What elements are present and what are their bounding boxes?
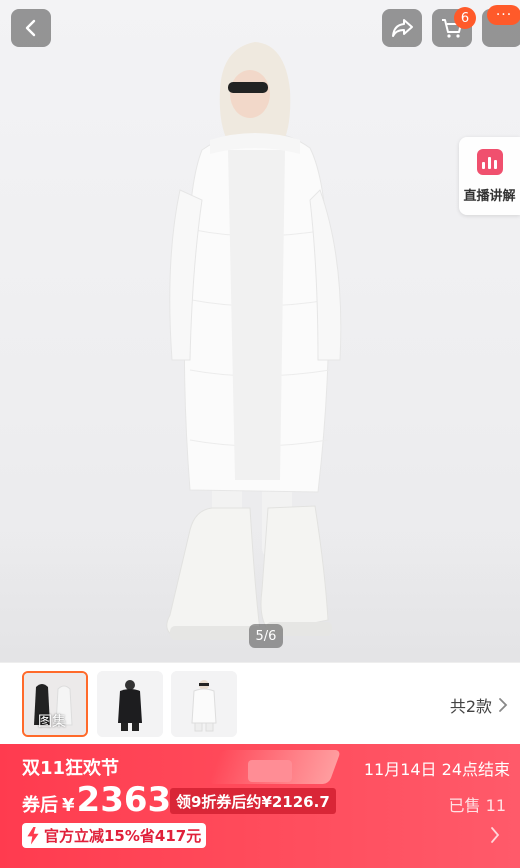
thumbnail-image bbox=[97, 671, 163, 737]
festival-title: 双11狂欢节 bbox=[22, 758, 120, 779]
cart-button[interactable]: 6 bbox=[432, 7, 476, 47]
thumbnail-black-variant[interactable] bbox=[97, 671, 163, 737]
product-page: 6 ··· 直播讲解 5/6 图集 共2款 双11狂欢节 11月14日 24点结… bbox=[0, 0, 520, 868]
back-arrow-icon bbox=[25, 19, 36, 37]
thumbnail-caption: 图集 bbox=[38, 714, 66, 730]
promo-decoration bbox=[248, 760, 292, 782]
live-label: 直播讲解 bbox=[463, 189, 516, 204]
more-icon: ··· bbox=[487, 5, 520, 25]
product-photo-model bbox=[166, 42, 342, 640]
image-page-indicator: 5/6 bbox=[249, 624, 283, 648]
promo-banner[interactable]: 双11狂欢节 11月14日 24点结束 券后 ¥ 2363 领9折券后约¥212… bbox=[0, 744, 520, 868]
price-prefix: 券后 bbox=[22, 795, 58, 816]
back-button[interactable] bbox=[11, 9, 51, 47]
product-image-carousel[interactable]: 6 ··· 直播讲解 5/6 bbox=[0, 0, 520, 662]
promo-end-time: 11月14日 24点结束 bbox=[363, 760, 510, 779]
chevron-right-icon[interactable] bbox=[490, 826, 500, 844]
currency-symbol: ¥ bbox=[62, 795, 75, 816]
coupon-tag[interactable]: 领9折券后约¥2126.7 bbox=[170, 788, 336, 814]
more-button[interactable]: ··· bbox=[482, 5, 520, 47]
price-value: 2363 bbox=[76, 780, 172, 820]
thumbnail-white-variant[interactable] bbox=[171, 671, 237, 737]
style-count-label: 共2款 bbox=[449, 697, 492, 716]
share-icon bbox=[392, 19, 413, 37]
price-row: 券后 ¥ 2363 bbox=[22, 780, 171, 820]
thumbnail-image bbox=[171, 671, 237, 737]
chevron-right-icon bbox=[499, 698, 508, 712]
official-discount-tag: 官方立减15%省417元 bbox=[22, 823, 207, 848]
thumbnail-strip: 图集 共2款 bbox=[0, 662, 520, 744]
share-button[interactable] bbox=[382, 9, 422, 47]
sold-count: 已售 11 bbox=[448, 796, 506, 815]
live-stream-icon bbox=[476, 149, 503, 175]
live-explanation-button[interactable]: 直播讲解 bbox=[459, 137, 520, 215]
bolt-icon bbox=[27, 826, 39, 845]
cart-count-badge: 6 bbox=[454, 7, 476, 29]
style-count-link[interactable]: 共2款 bbox=[450, 693, 508, 717]
thumbnail-gallery[interactable]: 图集 bbox=[22, 671, 88, 737]
official-discount-text: 官方立减15%省417元 bbox=[44, 827, 202, 845]
